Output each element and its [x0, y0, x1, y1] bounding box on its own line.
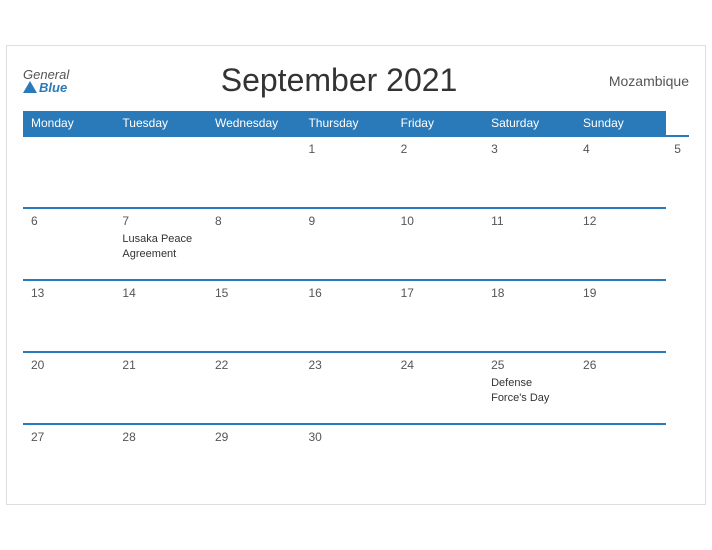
day-number: 8: [215, 214, 292, 228]
calendar-cell: 23: [300, 352, 392, 424]
day-number: 6: [31, 214, 106, 228]
calendar-cell: 22: [207, 352, 300, 424]
week-row-5: 27 28 29 30: [23, 424, 689, 496]
week-row-3: 13 14 15 16 17 18 19: [23, 280, 689, 352]
col-saturday: Saturday: [483, 111, 575, 136]
logo-triangle-icon: [23, 81, 37, 93]
calendar-cell: 13: [23, 280, 114, 352]
calendar-wrapper: General Blue September 2021 Mozambique M…: [6, 45, 706, 505]
day-number: 20: [31, 358, 106, 372]
day-number: 30: [308, 430, 384, 444]
logo-blue-text: Blue: [23, 81, 69, 94]
calendar-cell: 21: [114, 352, 207, 424]
calendar-cell: 18: [483, 280, 575, 352]
calendar-cell: 17: [393, 280, 483, 352]
logo: General Blue: [23, 68, 69, 94]
calendar-cell: 26: [575, 352, 666, 424]
calendar-grid: Monday Tuesday Wednesday Thursday Friday…: [23, 111, 689, 496]
calendar-cell: 12: [575, 208, 666, 280]
day-number: 4: [583, 142, 658, 156]
calendar-country: Mozambique: [609, 73, 689, 89]
calendar-cell: [393, 424, 483, 496]
day-number: 28: [122, 430, 199, 444]
calendar-cell: [23, 136, 114, 208]
col-wednesday: Wednesday: [207, 111, 300, 136]
calendar-cell: 3: [483, 136, 575, 208]
col-friday: Friday: [393, 111, 483, 136]
calendar-cell: 8: [207, 208, 300, 280]
day-number: 17: [401, 286, 475, 300]
calendar-header-row: Monday Tuesday Wednesday Thursday Friday…: [23, 111, 689, 136]
calendar-cell: 30: [300, 424, 392, 496]
calendar-cell: 1: [300, 136, 392, 208]
day-number: 15: [215, 286, 292, 300]
day-number: 2: [401, 142, 475, 156]
col-thursday: Thursday: [300, 111, 392, 136]
week-row-4: 20 21 22 23 24 25 Defense Force's Day 26: [23, 352, 689, 424]
day-number: 11: [491, 214, 567, 228]
day-number: 3: [491, 142, 567, 156]
calendar-cell: 9: [300, 208, 392, 280]
calendar-cell: 25 Defense Force's Day: [483, 352, 575, 424]
day-number: 14: [122, 286, 199, 300]
calendar-header: General Blue September 2021 Mozambique: [23, 62, 689, 99]
day-number: 10: [401, 214, 475, 228]
calendar-cell: 4: [575, 136, 666, 208]
day-number: 24: [401, 358, 475, 372]
day-number: 21: [122, 358, 199, 372]
day-number: 9: [308, 214, 384, 228]
calendar-cell: 7 Lusaka Peace Agreement: [114, 208, 207, 280]
day-number: 22: [215, 358, 292, 372]
day-number: 1: [308, 142, 384, 156]
calendar-cell: 24: [393, 352, 483, 424]
calendar-cell: 14: [114, 280, 207, 352]
event-text: Defense Force's Day: [491, 377, 549, 404]
calendar-cell: 5: [666, 136, 689, 208]
week-row-2: 6 7 Lusaka Peace Agreement 8 9 10 11 12: [23, 208, 689, 280]
day-number: 19: [583, 286, 658, 300]
calendar-cell: [207, 136, 300, 208]
calendar-cell: [483, 424, 575, 496]
week-row-1: 1 2 3 4 5: [23, 136, 689, 208]
day-number: 23: [308, 358, 384, 372]
calendar-cell: 2: [393, 136, 483, 208]
calendar-cell: 27: [23, 424, 114, 496]
day-number: 13: [31, 286, 106, 300]
day-number: 12: [583, 214, 658, 228]
calendar-cell: 29: [207, 424, 300, 496]
calendar-cell: 11: [483, 208, 575, 280]
day-number: 26: [583, 358, 658, 372]
calendar-cell: 19: [575, 280, 666, 352]
calendar-cell: 16: [300, 280, 392, 352]
calendar-cell: [575, 424, 666, 496]
day-number: 16: [308, 286, 384, 300]
day-number: 27: [31, 430, 106, 444]
day-number: 29: [215, 430, 292, 444]
calendar-cell: 15: [207, 280, 300, 352]
calendar-cell: 10: [393, 208, 483, 280]
calendar-title: September 2021: [221, 62, 458, 99]
event-text: Lusaka Peace Agreement: [122, 233, 192, 260]
calendar-cell: 20: [23, 352, 114, 424]
col-sunday: Sunday: [575, 111, 666, 136]
calendar-cell: 28: [114, 424, 207, 496]
day-number: 5: [674, 142, 681, 156]
col-tuesday: Tuesday: [114, 111, 207, 136]
day-number: 18: [491, 286, 567, 300]
col-monday: Monday: [23, 111, 114, 136]
day-number: 25: [491, 358, 567, 372]
calendar-cell: [114, 136, 207, 208]
day-number: 7: [122, 214, 199, 228]
logo-general-text: General: [23, 68, 69, 81]
calendar-cell: 6: [23, 208, 114, 280]
